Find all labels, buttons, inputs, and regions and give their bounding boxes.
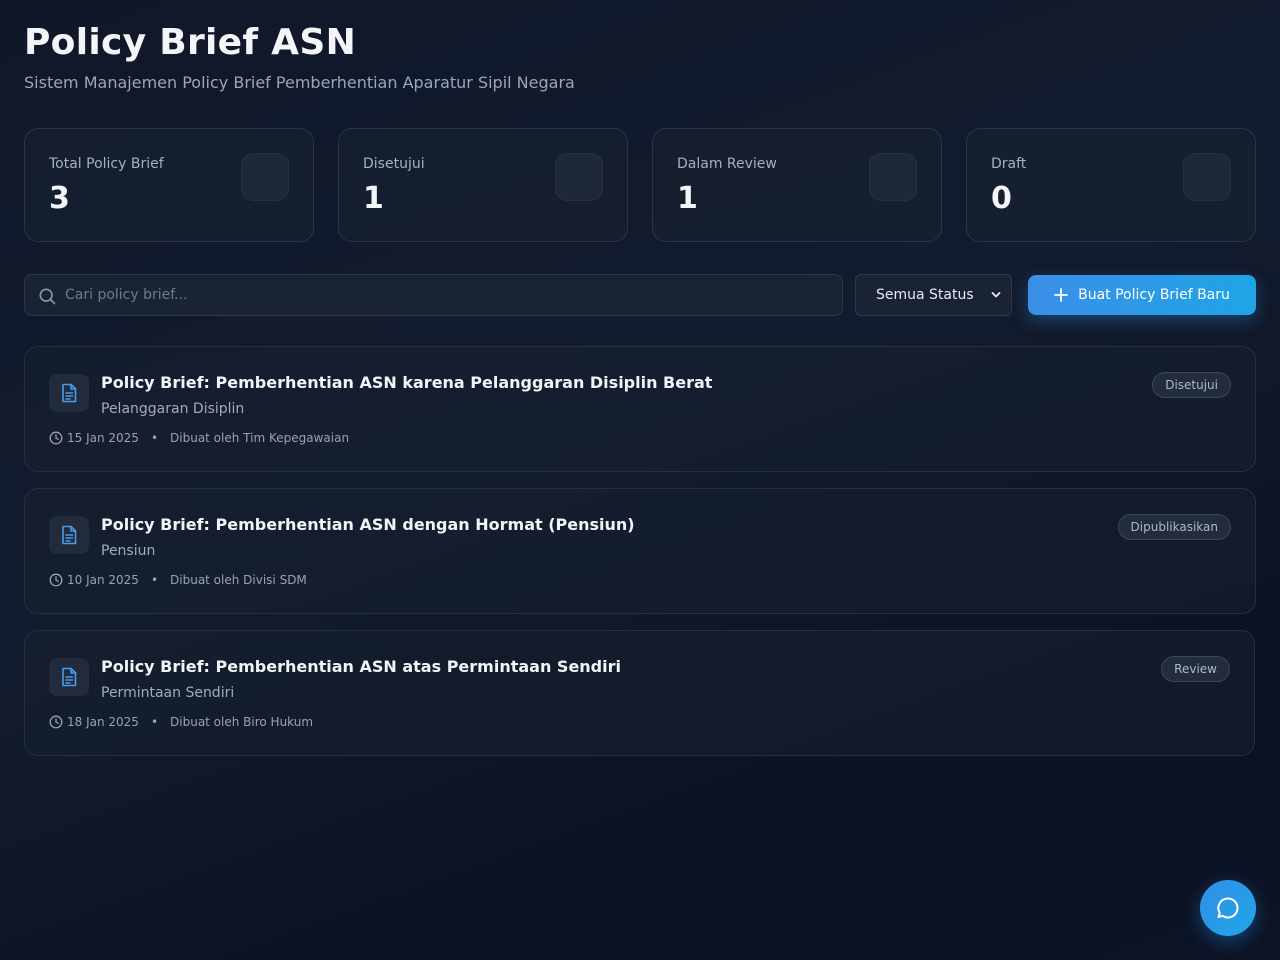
stat-label: Dalam Review <box>677 156 777 172</box>
stats-row: Total Policy Brief 3 Disetujui 1 Dalam R… <box>24 128 1256 242</box>
brief-author: Dibuat oleh Tim Kepegawaian <box>170 431 350 445</box>
stat-icon <box>241 153 289 201</box>
stat-label: Disetujui <box>363 156 425 172</box>
brief-title[interactable]: Policy Brief: Pemberhentian ASN dengan H… <box>101 515 635 534</box>
brief-category: Pelanggaran Disiplin <box>101 401 245 417</box>
status-filter-select[interactable]: Semua Status <box>855 274 1012 316</box>
stat-card-total: Total Policy Brief 3 <box>24 128 314 242</box>
page-header: Policy Brief ASN Sistem Manajemen Policy… <box>24 22 575 93</box>
brief-author: Dibuat oleh Divisi SDM <box>170 573 307 587</box>
stat-value: 1 <box>677 181 698 216</box>
search-icon <box>39 288 56 305</box>
document-icon <box>49 516 89 554</box>
stat-icon <box>555 153 603 201</box>
stat-label: Draft <box>991 156 1027 172</box>
stat-label: Total Policy Brief <box>49 156 164 172</box>
brief-meta: 18 Jan 2025 • Dibuat oleh Biro Hukum <box>49 715 313 729</box>
stat-value: 0 <box>991 181 1012 216</box>
brief-title[interactable]: Policy Brief: Pemberhentian ASN atas Per… <box>101 657 621 676</box>
brief-meta: 15 Jan 2025 • Dibuat oleh Tim Kepegawaia… <box>49 431 349 445</box>
status-badge: Disetujui <box>1152 372 1231 398</box>
clock-icon <box>49 431 63 445</box>
brief-card[interactable]: Policy Brief: Pemberhentian ASN karena P… <box>24 346 1256 472</box>
chevron-down-icon <box>991 292 1001 298</box>
plus-icon <box>1054 288 1069 302</box>
meta-separator: • <box>150 431 159 445</box>
brief-title[interactable]: Policy Brief: Pemberhentian ASN karena P… <box>101 373 712 392</box>
brief-category: Permintaan Sendiri <box>101 685 235 701</box>
chat-icon <box>1217 897 1239 919</box>
stat-value: 3 <box>49 181 70 216</box>
clock-icon <box>49 573 63 587</box>
search-input[interactable] <box>65 275 825 315</box>
stat-card-review: Dalam Review 1 <box>652 128 942 242</box>
page-title: Policy Brief ASN <box>24 22 356 63</box>
search-box[interactable] <box>24 274 843 316</box>
brief-date: 10 Jan 2025 <box>67 573 139 587</box>
status-filter-value: Semua Status <box>876 287 974 303</box>
stat-icon <box>1183 153 1231 201</box>
document-icon <box>49 374 89 412</box>
page-subtitle: Sistem Manajemen Policy Brief Pemberhent… <box>24 73 575 92</box>
brief-date: 18 Jan 2025 <box>67 715 139 729</box>
brief-meta: 10 Jan 2025 • Dibuat oleh Divisi SDM <box>49 573 307 587</box>
toolbar: Semua Status Buat Policy Brief Baru <box>24 274 1256 316</box>
meta-separator: • <box>150 573 159 587</box>
stat-card-draft: Draft 0 <box>966 128 1256 242</box>
brief-card[interactable]: Policy Brief: Pemberhentian ASN atas Per… <box>24 630 1255 756</box>
chat-button[interactable] <box>1200 880 1256 936</box>
meta-separator: • <box>150 715 159 729</box>
brief-card[interactable]: Policy Brief: Pemberhentian ASN dengan H… <box>24 488 1256 614</box>
brief-category: Pensiun <box>101 543 156 559</box>
new-policy-brief-button[interactable]: Buat Policy Brief Baru <box>1028 275 1256 315</box>
brief-date: 15 Jan 2025 <box>67 431 139 445</box>
document-icon <box>49 658 89 696</box>
clock-icon <box>49 715 63 729</box>
stat-icon <box>869 153 917 201</box>
new-button-label: Buat Policy Brief Baru <box>1078 287 1230 303</box>
brief-list: Policy Brief: Pemberhentian ASN karena P… <box>24 346 1256 772</box>
status-badge: Review <box>1161 656 1230 682</box>
status-badge: Dipublikasikan <box>1117 514 1231 540</box>
brief-author: Dibuat oleh Biro Hukum <box>170 715 314 729</box>
stat-card-approved: Disetujui 1 <box>338 128 628 242</box>
stat-value: 1 <box>363 181 384 216</box>
